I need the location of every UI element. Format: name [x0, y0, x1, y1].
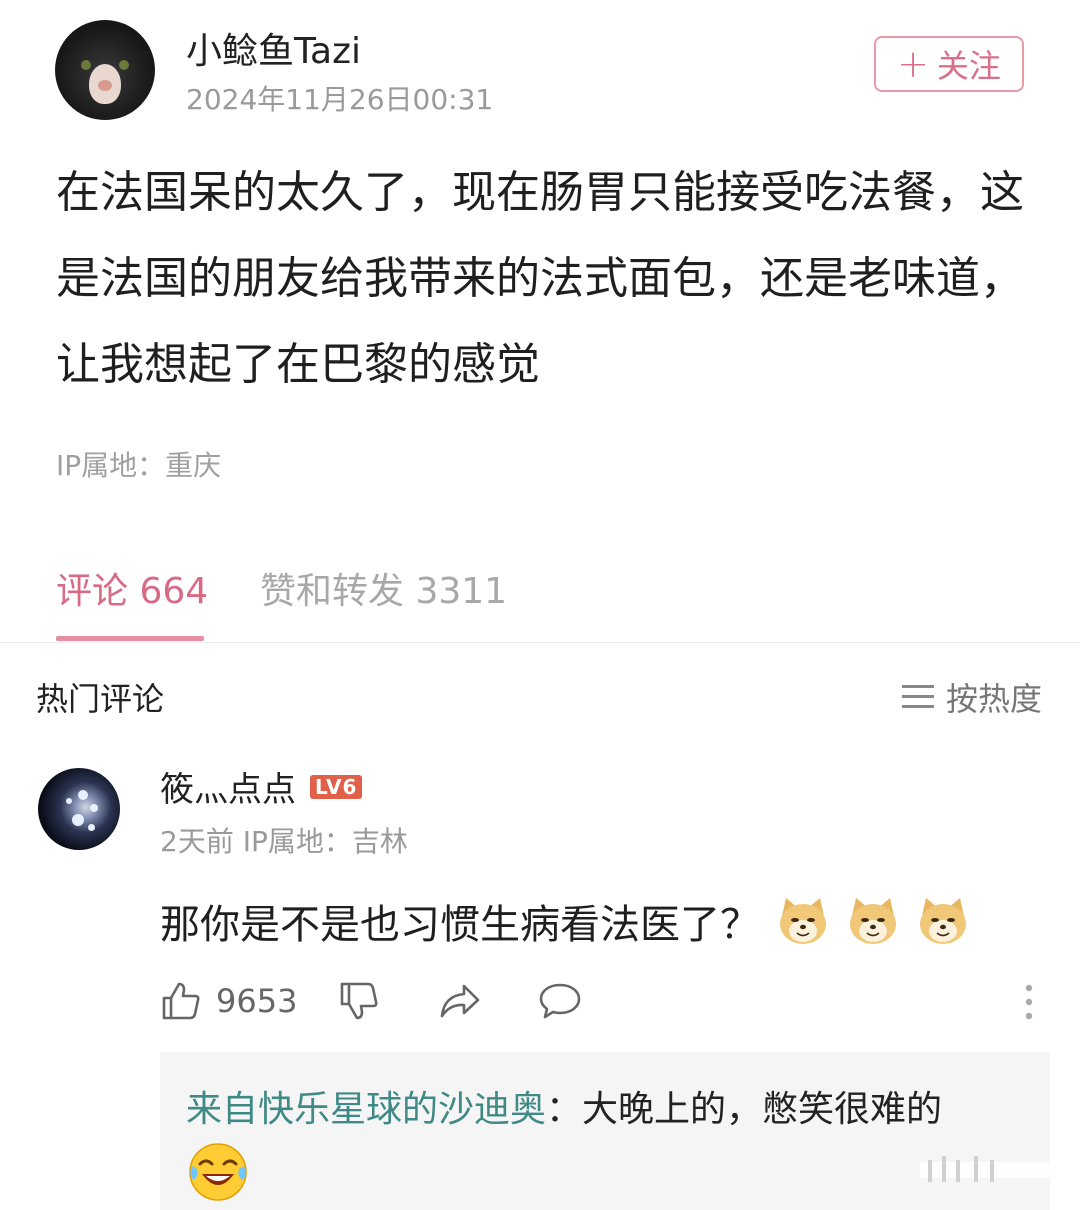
- commenter-name[interactable]: 筱灬点点: [160, 762, 296, 811]
- reply-button[interactable]: [538, 980, 582, 1022]
- commenter-name-row[interactable]: 筱灬点点 LV6: [160, 762, 363, 811]
- comment-icon: [539, 983, 581, 1019]
- doge-emoji: [920, 898, 966, 944]
- post-timestamp: 2024年11月26日00:31: [186, 83, 494, 116]
- plus-icon: +: [897, 42, 929, 86]
- like-count: 9653: [216, 982, 298, 1020]
- comment-meta: 2天前 IP属地：吉林: [160, 825, 408, 858]
- thumbs-down-icon: [340, 982, 378, 1020]
- tab-likes-reposts[interactable]: 赞和转发 3311: [260, 562, 507, 614]
- like-button[interactable]: 9653: [160, 980, 297, 1022]
- comment-content: 那你是不是也习惯生病看法医了？: [160, 892, 970, 950]
- share-button[interactable]: [438, 980, 482, 1022]
- level-badge: LV6: [310, 774, 363, 799]
- sort-button[interactable]: 按热度: [902, 674, 1042, 720]
- doge-emoji: [780, 898, 826, 944]
- watermark-logo: [920, 1156, 1060, 1182]
- reply-author[interactable]: 来自快乐星球的沙迪奥: [186, 1089, 546, 1130]
- author-name[interactable]: 小鲶鱼Tazi: [186, 22, 361, 74]
- follow-label: 关注: [936, 47, 1001, 85]
- author-avatar[interactable]: [55, 20, 155, 120]
- commenter-avatar[interactable]: [38, 768, 120, 850]
- tab-comments[interactable]: 评论 664: [56, 562, 208, 614]
- follow-button[interactable]: + 关注: [874, 36, 1024, 92]
- reply-line: 来自快乐星球的沙迪奥：大晚上的，憋笑很难的: [186, 1080, 942, 1132]
- list-icon: [902, 684, 934, 710]
- active-tab-indicator: [56, 636, 204, 641]
- dislike-button[interactable]: [338, 980, 380, 1022]
- divider: [0, 642, 1080, 643]
- share-icon: [440, 984, 480, 1018]
- post-body: 在法国呆的太久了，现在肠胃只能接受吃法餐，这是法国的朋友给我带来的法式面包，还是…: [56, 167, 1024, 390]
- post-ip-location: IP属地：重庆: [56, 449, 222, 482]
- reply-text: ：大晚上的，憋笑很难的: [546, 1089, 943, 1130]
- doge-emoji: [850, 898, 896, 944]
- thumbs-up-icon: [162, 982, 200, 1020]
- sort-label: 按热度: [946, 680, 1043, 718]
- more-button[interactable]: [1014, 980, 1044, 1024]
- laughing-crying-emoji: [189, 1143, 247, 1201]
- hot-comments-title: 热门评论: [36, 680, 165, 718]
- comment-text: 那你是不是也习惯生病看法医了？: [160, 902, 760, 948]
- more-icon: [1025, 984, 1033, 1020]
